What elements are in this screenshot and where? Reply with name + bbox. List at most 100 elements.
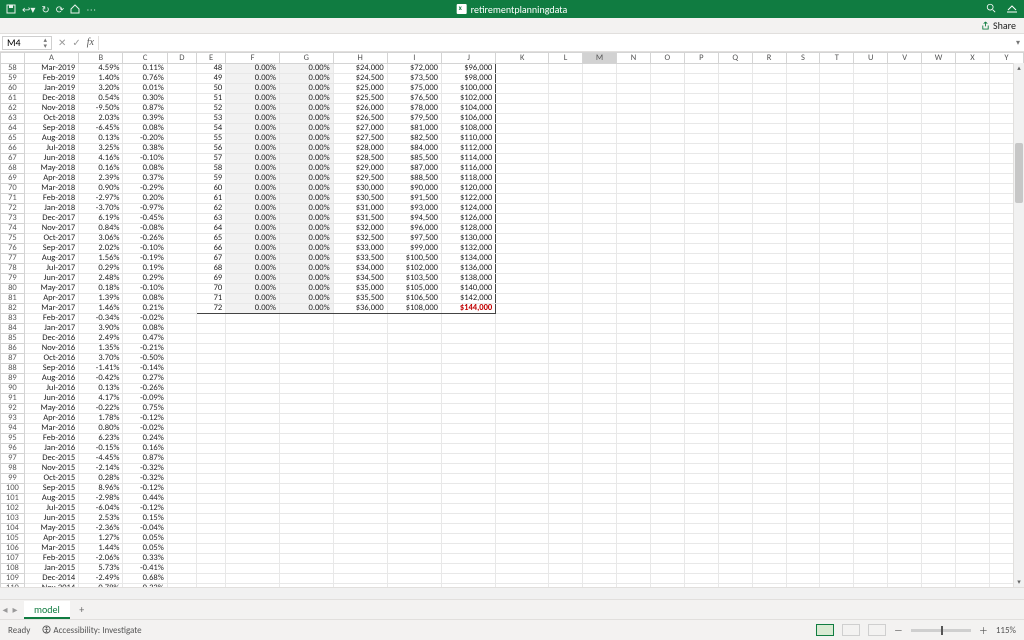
cell[interactable] [650,324,684,334]
select-all-corner[interactable] [1,53,25,64]
cell[interactable] [752,294,786,304]
cell[interactable] [279,344,333,354]
cell[interactable] [167,414,196,424]
cell[interactable] [279,564,333,574]
cell[interactable]: -0.20% [123,134,167,144]
cell[interactable] [786,424,820,434]
cell[interactable] [496,224,549,234]
cell[interactable] [752,474,786,484]
cell[interactable] [549,184,583,194]
cell[interactable] [226,314,280,324]
cell[interactable] [820,424,854,434]
cell[interactable] [167,524,196,534]
cell[interactable] [167,394,196,404]
cell[interactable] [226,434,280,444]
cell[interactable]: Aug-2017 [24,254,78,264]
cell[interactable] [922,224,956,234]
cell[interactable] [956,234,990,244]
cell[interactable] [888,534,922,544]
cell[interactable] [226,524,280,534]
cell[interactable] [650,134,684,144]
cell[interactable] [786,124,820,134]
cell[interactable]: -0.10% [123,154,167,164]
cell[interactable] [922,214,956,224]
cell[interactable] [684,414,718,424]
cell[interactable] [922,84,956,94]
cell[interactable]: 0.00% [279,244,333,254]
cell[interactable]: $106,000 [441,114,495,124]
cell[interactable] [616,194,650,204]
cell[interactable] [684,434,718,444]
cell[interactable] [650,484,684,494]
cell[interactable] [226,324,280,334]
cell[interactable]: 0.37% [123,174,167,184]
row-header[interactable]: 63 [1,114,25,124]
cell[interactable] [333,464,387,474]
cell[interactable] [854,354,888,364]
cell[interactable] [786,134,820,144]
cell[interactable] [582,554,616,564]
cell[interactable] [786,444,820,454]
cell[interactable] [549,324,583,334]
cell[interactable] [167,514,196,524]
cell[interactable] [333,524,387,534]
cell[interactable] [196,574,225,584]
cell[interactable]: 1.56% [79,254,123,264]
cell[interactable] [549,524,583,534]
cell[interactable]: Jan-2015 [24,564,78,574]
cell[interactable] [718,204,752,214]
cell[interactable] [196,534,225,544]
cell[interactable] [582,254,616,264]
cell[interactable]: 0.00% [279,74,333,84]
cell[interactable] [684,344,718,354]
cell[interactable] [549,374,583,384]
row-header[interactable]: 77 [1,254,25,264]
row-header[interactable]: 105 [1,534,25,544]
cell[interactable]: Jan-2016 [24,444,78,454]
cell[interactable] [549,384,583,394]
cell[interactable] [956,334,990,344]
cell[interactable] [752,104,786,114]
cell[interactable] [752,154,786,164]
cell[interactable] [786,524,820,534]
cell[interactable] [496,374,549,384]
cell[interactable] [616,534,650,544]
cell[interactable] [922,284,956,294]
cell[interactable] [333,564,387,574]
cell[interactable] [167,234,196,244]
cell[interactable]: Mar-2017 [24,304,78,314]
cell[interactable] [226,394,280,404]
cell[interactable] [650,534,684,544]
cell[interactable] [226,554,280,564]
cell[interactable] [616,214,650,224]
cell[interactable] [650,224,684,234]
cell[interactable]: 0.00% [226,84,280,94]
cell[interactable] [786,94,820,104]
cell[interactable] [496,534,549,544]
cell[interactable]: 62 [196,204,225,214]
cell[interactable] [496,364,549,374]
cell[interactable] [496,394,549,404]
cell[interactable] [496,384,549,394]
cell[interactable] [752,254,786,264]
cancel-icon[interactable]: ✕ [58,36,66,49]
row-header[interactable]: 99 [1,474,25,484]
cell[interactable] [549,454,583,464]
home-icon[interactable] [70,4,80,14]
cell[interactable] [956,294,990,304]
cell[interactable] [333,334,387,344]
cell[interactable] [888,374,922,384]
cell[interactable] [387,524,441,534]
cell[interactable] [167,484,196,494]
cell[interactable] [786,414,820,424]
cell[interactable] [441,374,495,384]
cell[interactable] [718,74,752,84]
cell[interactable] [854,234,888,244]
cell[interactable]: Dec-2018 [24,94,78,104]
cell[interactable]: $76,500 [387,94,441,104]
cell[interactable] [387,394,441,404]
cell[interactable] [387,484,441,494]
cell[interactable] [718,274,752,284]
cell[interactable]: 0.54% [79,94,123,104]
cell[interactable] [786,114,820,124]
